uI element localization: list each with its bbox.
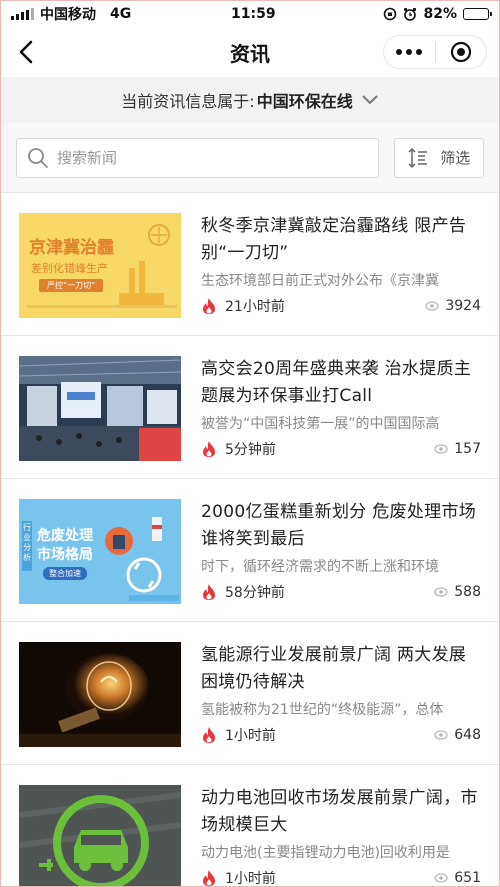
back-button[interactable] xyxy=(11,37,41,67)
signal-icon xyxy=(11,8,34,20)
news-views: 588 xyxy=(454,584,481,600)
flame-icon xyxy=(203,727,215,743)
sort-filter-icon xyxy=(408,147,428,168)
flame-icon xyxy=(203,298,215,314)
news-summary: 时下，循环经济需求的不断上涨和环境 xyxy=(201,559,439,575)
thumb-headline-1: 危废处理 xyxy=(37,528,93,544)
news-title: 高交会20周年盛典来袭 治水提质主题展为环保事业打Call xyxy=(201,359,472,406)
news-views: 651 xyxy=(454,870,481,886)
clock: 11:59 xyxy=(231,6,276,22)
alarm-icon xyxy=(404,7,417,21)
news-views: 157 xyxy=(454,441,481,457)
news-time: 21小时前 xyxy=(225,299,285,315)
news-item[interactable]: 京津冀治霾 差别化错峰生产 严控“一刀切” 秋冬季京津冀敲定治霾路线 限产告别“… xyxy=(1,193,499,336)
news-item[interactable]: 行业分析 危废处理 市场格局 整合加速 2000亿蛋糕重新划分 危废处理市场谁将… xyxy=(1,479,499,622)
network-type: 4G xyxy=(110,6,132,22)
news-item[interactable]: 高交会20周年盛典来袭 治水提质主题展为环保事业打Call 被誉为“中国科技第一… xyxy=(1,336,499,479)
flame-icon xyxy=(203,870,215,886)
news-time: 1小时前 xyxy=(225,728,276,744)
app-frame: 中国移动 4G 11:59 82% 资讯 当前资讯信息属于: 中国环保在线 搜索… xyxy=(0,0,500,887)
news-summary: 动力电池(主要指锂动力电池)回收利用是 xyxy=(201,845,450,861)
news-time: 58分钟前 xyxy=(225,585,285,601)
thumb-side-label: 行业分析 xyxy=(23,523,31,562)
news-time: 5分钟前 xyxy=(225,442,276,458)
news-thumbnail: 京津冀治霾 差别化错峰生产 严控“一刀切” xyxy=(19,213,181,318)
light-bulb-photo xyxy=(19,642,181,747)
filter-label: 筛选 xyxy=(440,149,471,167)
orientation-lock-icon xyxy=(384,7,397,21)
status-bar: 中国移动 4G 11:59 82% xyxy=(1,1,499,27)
news-thumbnail xyxy=(19,356,181,461)
eye-icon xyxy=(434,444,448,454)
source-selector[interactable]: 当前资讯信息属于: 中国环保在线 xyxy=(1,77,499,123)
thumb-tag: 严控“一刀切” xyxy=(39,279,104,292)
carrier-name: 中国移动 xyxy=(40,7,96,23)
record-circle-icon xyxy=(450,41,471,63)
battery-percent: 82% xyxy=(423,6,457,22)
eye-icon xyxy=(434,587,448,597)
search-input[interactable] xyxy=(57,148,357,167)
electric-car-charging-photo xyxy=(19,785,181,886)
flame-icon xyxy=(203,584,215,600)
news-time: 1小时前 xyxy=(225,871,276,887)
close-program-button[interactable] xyxy=(436,36,487,68)
thumb-tag: 整合加速 xyxy=(43,567,87,580)
filter-button[interactable]: 筛选 xyxy=(394,137,484,178)
search-row: 筛选 xyxy=(1,123,499,193)
chevron-down-icon xyxy=(361,95,378,105)
news-item[interactable]: 动力电池回收市场发展前景广阔，市场规模巨大 动力电池(主要指锂动力电池)回收利用… xyxy=(1,765,499,887)
battery-icon xyxy=(463,8,492,20)
search-icon xyxy=(28,147,48,168)
news-title: 秋冬季京津冀敲定治霾路线 限产告别“一刀切” xyxy=(201,216,467,263)
search-box[interactable] xyxy=(16,137,380,178)
news-thumbnail xyxy=(19,785,181,886)
news-summary: 生态环境部日前正式对外公布《京津冀 xyxy=(201,273,439,289)
thumb-subline: 差别化错峰生产 xyxy=(31,262,108,275)
eye-icon xyxy=(434,730,448,740)
news-summary: 氢能被称为21世纪的“终极能源”，总体 xyxy=(201,702,444,718)
more-button[interactable] xyxy=(384,36,435,68)
news-thumbnail: 行业分析 危废处理 市场格局 整合加速 xyxy=(19,499,181,604)
eye-icon xyxy=(434,873,448,883)
flame-icon xyxy=(203,441,215,457)
eye-icon xyxy=(425,301,439,311)
news-thumbnail xyxy=(19,642,181,747)
news-title: 氢能源行业发展前景广阔 两大发展困境仍待解决 xyxy=(201,645,467,692)
news-item[interactable]: 氢能源行业发展前景广阔 两大发展困境仍待解决 氢能被称为21世纪的“终极能源”，… xyxy=(1,622,499,765)
news-list: 京津冀治霾 差别化错峰生产 严控“一刀切” 秋冬季京津冀敲定治霾路线 限产告别“… xyxy=(1,193,499,887)
news-title: 动力电池回收市场发展前景广阔，市场规模巨大 xyxy=(201,788,478,835)
source-name: 中国环保在线 xyxy=(256,92,353,111)
nav-bar: 资讯 xyxy=(1,27,499,77)
news-title: 2000亿蛋糕重新划分 危废处理市场谁将笑到最后 xyxy=(201,502,477,549)
more-dots-icon xyxy=(396,49,423,55)
news-views: 648 xyxy=(454,727,481,743)
exhibition-hall-photo xyxy=(19,356,181,461)
thumb-headline-2: 市场格局 xyxy=(37,547,93,563)
page-title: 资讯 xyxy=(230,41,270,66)
source-prefix: 当前资讯信息属于: xyxy=(121,92,255,111)
thumb-headline: 京津冀治霾 xyxy=(29,238,114,258)
chevron-left-icon xyxy=(19,40,33,64)
mini-program-capsule xyxy=(383,35,487,69)
news-views: 3924 xyxy=(445,298,481,314)
news-summary: 被誉为“中国科技第一展”的中国国际高 xyxy=(201,416,440,432)
